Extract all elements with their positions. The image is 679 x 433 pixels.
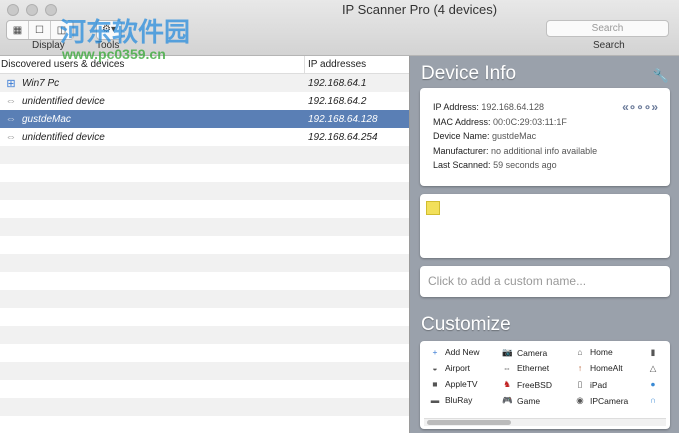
notes-area[interactable]	[420, 194, 670, 258]
scrollbar-thumb[interactable]	[427, 420, 511, 425]
device-name: Win7 Pc	[22, 77, 60, 89]
icon-option-ipcamera[interactable]: ◉ IPCamera	[575, 395, 628, 406]
headset-icon[interactable]: ∩	[648, 395, 658, 405]
icon-option-ipad[interactable]: ▯ iPad	[575, 379, 607, 390]
display-single-icon[interactable]: ☐	[29, 21, 51, 39]
customize-icon-grid: + Add New 📷 Camera ⌂ Home ◒ Airport ⇔ Etherne…	[420, 341, 670, 429]
tools-button[interactable]: ⚙▾	[96, 20, 122, 40]
horizontal-scrollbar[interactable]	[424, 418, 666, 426]
search-input[interactable]: Search	[546, 20, 669, 37]
mac-label: MAC Address:	[433, 116, 491, 127]
icon-option-homealt[interactable]: ↑ HomeAlt	[575, 363, 623, 373]
mac-value: 00:0C:29:03:11:1F	[493, 116, 567, 127]
table-row[interactable]: ⊞ Win7 Pc 192.168.64.1	[0, 74, 409, 92]
windows-icon: ⊞	[6, 77, 16, 90]
iphone-icon[interactable]: ▮	[648, 347, 658, 358]
device-list: Discovered users & devices IP addresses …	[0, 56, 409, 433]
device-info-card: IP Address: 192.168.64.128 MAC Address: …	[420, 88, 670, 186]
name-label: Device Name:	[433, 131, 490, 141]
display-split-icon[interactable]: ◫	[51, 21, 73, 39]
display-label: Display	[32, 40, 65, 51]
icon-option-ethernet[interactable]: ⇔ Ethernet	[502, 363, 549, 373]
network-device-icon: «∘∘∘»	[622, 100, 658, 114]
display-grid-icon[interactable]: ▦	[7, 21, 29, 39]
wrench-icon[interactable]: 🔧	[653, 68, 669, 84]
search-label: Search	[593, 40, 625, 51]
column-ip[interactable]: IP addresses	[305, 56, 366, 73]
device-ip: 192.168.64.1	[308, 77, 367, 89]
device-ip: 192.168.64.254	[308, 131, 378, 143]
ethernet-icon: ⇔	[5, 95, 17, 107]
inspector-panel: Device Info 🔧 IP Address: 192.168.64.128…	[410, 56, 679, 433]
device-name: unidentified device	[22, 95, 105, 107]
linux-icon[interactable]: △	[648, 363, 658, 374]
icon-option-freebsd[interactable]: ♞ FreeBSD	[502, 379, 552, 390]
device-ip: 192.168.64.2	[308, 95, 367, 107]
apple-icon[interactable]: ●	[648, 379, 658, 389]
icon-option-bluray[interactable]: ▬ BluRay	[430, 395, 473, 405]
last-scanned-label: Last Scanned:	[433, 160, 491, 170]
icon-option-home[interactable]: ⌂ Home	[575, 347, 612, 357]
ethernet-icon: ⇔	[5, 131, 17, 143]
display-segmented-control[interactable]: ▦ ☐ ◫	[6, 20, 74, 40]
table-row-selected[interactable]: ⇔ gustdeMac 192.168.64.128	[0, 110, 409, 128]
customize-heading: Customize	[421, 314, 511, 335]
sticky-note-icon	[426, 201, 440, 215]
ip-label: IP Address:	[433, 102, 479, 112]
watermark-url: www.pc0359.cn	[62, 46, 166, 62]
manufacturer-label: Manufacturer:	[433, 145, 489, 156]
last-scanned-value: 59 seconds ago	[493, 160, 557, 170]
manufacturer-value: no additional info available	[491, 145, 598, 156]
device-name: unidentified device	[22, 131, 105, 143]
icon-option-add-new[interactable]: + Add New	[430, 347, 480, 357]
ethernet-icon: ⇔	[5, 113, 17, 125]
window-title: IP Scanner Pro (4 devices)	[341, 2, 498, 17]
icon-option-airport[interactable]: ◒ Airport	[430, 363, 470, 373]
table-row[interactable]: ⇔ unidentified device 192.168.64.254	[0, 128, 409, 146]
device-info-heading: Device Info	[421, 63, 517, 84]
ip-value: 192.168.64.128	[481, 102, 544, 112]
custom-name-input[interactable]: Click to add a custom name...	[420, 266, 670, 297]
table-row[interactable]: ⇔ unidentified device 192.168.64.2	[0, 92, 409, 110]
name-value: gustdeMac	[492, 131, 537, 141]
icon-option-appletv[interactable]: ■ AppleTV	[430, 379, 477, 389]
icon-option-camera[interactable]: 📷 Camera	[502, 347, 547, 358]
icon-option-game[interactable]: 🎮 Game	[502, 395, 540, 406]
device-ip: 192.168.64.128	[308, 113, 378, 125]
device-name: gustdeMac	[22, 113, 71, 125]
